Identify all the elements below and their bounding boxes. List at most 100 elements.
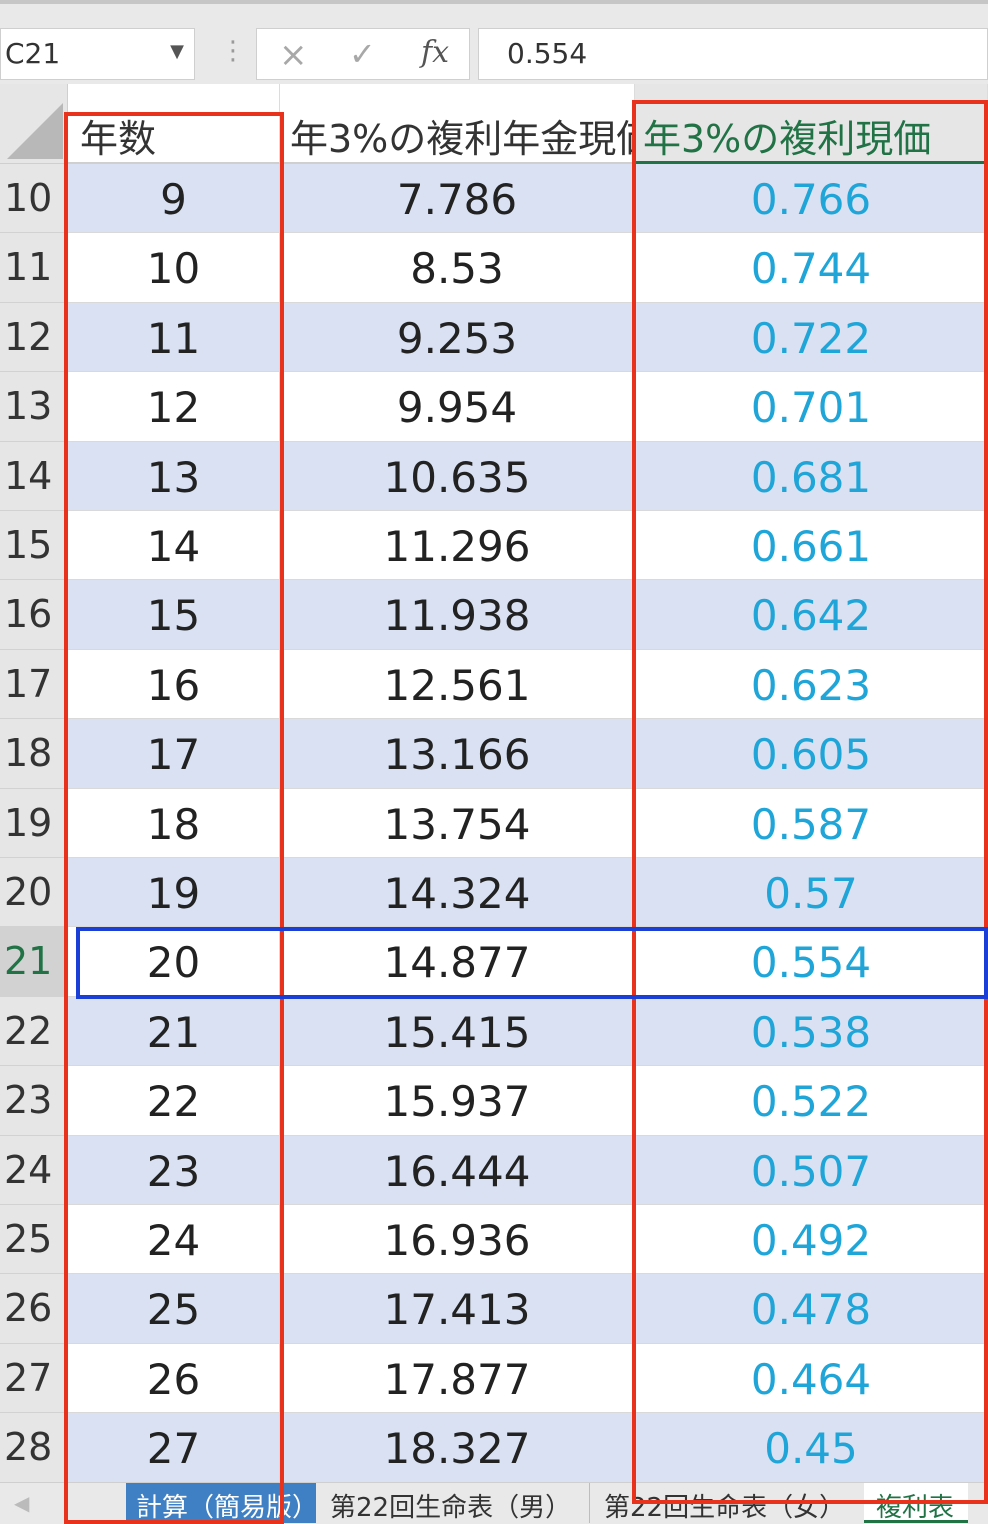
cell-annuity[interactable]: 12.561 bbox=[280, 649, 635, 720]
row-number[interactable]: 15 bbox=[0, 511, 68, 581]
row-number[interactable]: 17 bbox=[0, 649, 68, 720]
cell-annuity[interactable]: 17.877 bbox=[280, 1343, 635, 1414]
cell-annuity[interactable]: 14.877 bbox=[280, 927, 635, 997]
cell-annuity[interactable]: 13.754 bbox=[280, 788, 635, 858]
name-box-value: C21 bbox=[5, 37, 61, 70]
row-number[interactable]: 26 bbox=[0, 1274, 68, 1344]
cell-years[interactable]: 27 bbox=[68, 1413, 280, 1483]
row-number[interactable]: 14 bbox=[0, 441, 68, 511]
table-row: 20 19 14.324 0.57 bbox=[0, 858, 988, 928]
row-number[interactable]: 10 bbox=[0, 164, 68, 234]
cell-years[interactable]: 10 bbox=[68, 233, 280, 303]
cell-annuity[interactable]: 9.954 bbox=[280, 372, 635, 442]
cell-present-value[interactable]: 0.623 bbox=[635, 649, 988, 720]
formula-input[interactable]: 0.554 bbox=[478, 28, 988, 80]
cell-present-value[interactable]: 0.661 bbox=[635, 511, 988, 581]
cell-annuity[interactable]: 10.635 bbox=[280, 441, 635, 511]
row-number[interactable]: 25 bbox=[0, 1205, 68, 1275]
row-number[interactable]: 27 bbox=[0, 1343, 68, 1414]
cell-years[interactable]: 16 bbox=[68, 649, 280, 720]
row-number[interactable]: 24 bbox=[0, 1135, 68, 1205]
cell-years[interactable]: 25 bbox=[68, 1274, 280, 1344]
cell-years[interactable]: 12 bbox=[68, 372, 280, 442]
formula-value: 0.554 bbox=[507, 37, 588, 70]
cell-annuity[interactable]: 11.296 bbox=[280, 511, 635, 581]
cell-present-value[interactable]: 0.587 bbox=[635, 788, 988, 858]
cell-annuity[interactable]: 18.327 bbox=[280, 1413, 635, 1483]
table-row: 17 16 12.561 0.623 bbox=[0, 649, 988, 720]
cell-present-value[interactable]: 0.722 bbox=[635, 302, 988, 373]
column-header-years[interactable]: 年数 bbox=[68, 84, 280, 164]
table-row: 27 26 17.877 0.464 bbox=[0, 1343, 988, 1414]
sheet-tab-life-table-female[interactable]: 第22回生命表（女） bbox=[598, 1483, 856, 1523]
more-options-icon[interactable]: ⋮ bbox=[220, 36, 246, 66]
cell-present-value[interactable]: 0.766 bbox=[635, 164, 988, 234]
column-header-annuity[interactable]: 年3%の複利年金現価 bbox=[280, 84, 635, 164]
row-number[interactable]: 23 bbox=[0, 1066, 68, 1136]
row-number[interactable]: 13 bbox=[0, 372, 68, 442]
cell-annuity[interactable]: 14.324 bbox=[280, 858, 635, 928]
row-number[interactable]: 19 bbox=[0, 788, 68, 858]
cell-present-value[interactable]: 0.522 bbox=[635, 1066, 988, 1136]
cell-years[interactable]: 13 bbox=[68, 441, 280, 511]
select-all-corner[interactable] bbox=[0, 84, 68, 164]
cell-years[interactable]: 24 bbox=[68, 1205, 280, 1275]
insert-function-icon[interactable]: fx bbox=[421, 35, 449, 70]
cell-annuity[interactable]: 17.413 bbox=[280, 1274, 635, 1344]
cell-years[interactable]: 17 bbox=[68, 719, 280, 789]
cancel-icon[interactable]: × bbox=[279, 35, 308, 75]
cell-present-value[interactable]: 0.492 bbox=[635, 1205, 988, 1275]
cell-annuity[interactable]: 16.936 bbox=[280, 1205, 635, 1275]
cell-years[interactable]: 18 bbox=[68, 788, 280, 858]
cell-years[interactable]: 21 bbox=[68, 996, 280, 1067]
cell-annuity[interactable]: 16.444 bbox=[280, 1135, 635, 1205]
cell-annuity[interactable]: 7.786 bbox=[280, 164, 635, 234]
table-row: 19 18 13.754 0.587 bbox=[0, 788, 988, 858]
cell-present-value[interactable]: 0.681 bbox=[635, 441, 988, 511]
row-number[interactable]: 11 bbox=[0, 233, 68, 303]
cell-present-value[interactable]: 0.744 bbox=[635, 233, 988, 303]
sheet-tab-calc[interactable]: 計算（簡易版） bbox=[126, 1483, 316, 1523]
cell-present-value[interactable]: 0.464 bbox=[635, 1343, 988, 1414]
cell-years[interactable]: 9 bbox=[68, 164, 280, 234]
cell-present-value[interactable]: 0.701 bbox=[635, 372, 988, 442]
chevron-down-icon[interactable]: ▼ bbox=[170, 41, 184, 62]
cell-present-value[interactable]: 0.642 bbox=[635, 580, 988, 650]
cell-annuity[interactable]: 13.166 bbox=[280, 719, 635, 789]
cell-present-value[interactable]: 0.45 bbox=[635, 1413, 988, 1483]
row-number[interactable]: 16 bbox=[0, 580, 68, 650]
row-number[interactable]: 18 bbox=[0, 719, 68, 789]
cell-years[interactable]: 23 bbox=[68, 1135, 280, 1205]
cell-annuity[interactable]: 15.937 bbox=[280, 1066, 635, 1136]
cell-present-value[interactable]: 0.605 bbox=[635, 719, 988, 789]
cell-annuity[interactable]: 9.253 bbox=[280, 302, 635, 373]
cell-present-value[interactable]: 0.554 bbox=[635, 927, 988, 997]
cell-annuity[interactable]: 8.53 bbox=[280, 233, 635, 303]
name-box[interactable]: C21 ▼ bbox=[0, 28, 195, 80]
cell-years[interactable]: 15 bbox=[68, 580, 280, 650]
cell-years[interactable]: 14 bbox=[68, 511, 280, 581]
cell-years[interactable]: 20 bbox=[68, 927, 280, 997]
cell-present-value[interactable]: 0.478 bbox=[635, 1274, 988, 1344]
row-number[interactable]: 21 bbox=[0, 927, 68, 997]
cell-years[interactable]: 19 bbox=[68, 858, 280, 928]
column-header-present-value[interactable]: 年3%の複利現価 bbox=[635, 84, 988, 164]
cell-annuity[interactable]: 15.415 bbox=[280, 996, 635, 1067]
sheet-tab-compound-table[interactable]: 複利表 bbox=[864, 1483, 968, 1523]
row-number[interactable]: 20 bbox=[0, 858, 68, 928]
check-icon[interactable]: ✓ bbox=[349, 35, 376, 73]
cell-present-value[interactable]: 0.57 bbox=[635, 858, 988, 928]
row-number[interactable]: 12 bbox=[0, 302, 68, 373]
cell-present-value[interactable]: 0.507 bbox=[635, 1135, 988, 1205]
row-number[interactable]: 28 bbox=[0, 1413, 68, 1483]
cell-years[interactable]: 22 bbox=[68, 1066, 280, 1136]
cell-years[interactable]: 11 bbox=[68, 302, 280, 373]
cell-years[interactable]: 26 bbox=[68, 1343, 280, 1414]
cell-present-value[interactable]: 0.538 bbox=[635, 996, 988, 1067]
table-row: 12 11 9.253 0.722 bbox=[0, 302, 988, 373]
row-number[interactable]: 22 bbox=[0, 996, 68, 1067]
sheet-tab-life-table-male[interactable]: 第22回生命表（男） bbox=[324, 1483, 590, 1523]
scroll-left-icon[interactable]: ◀ bbox=[14, 1491, 29, 1515]
table-row: 23 22 15.937 0.522 bbox=[0, 1066, 988, 1136]
cell-annuity[interactable]: 11.938 bbox=[280, 580, 635, 650]
